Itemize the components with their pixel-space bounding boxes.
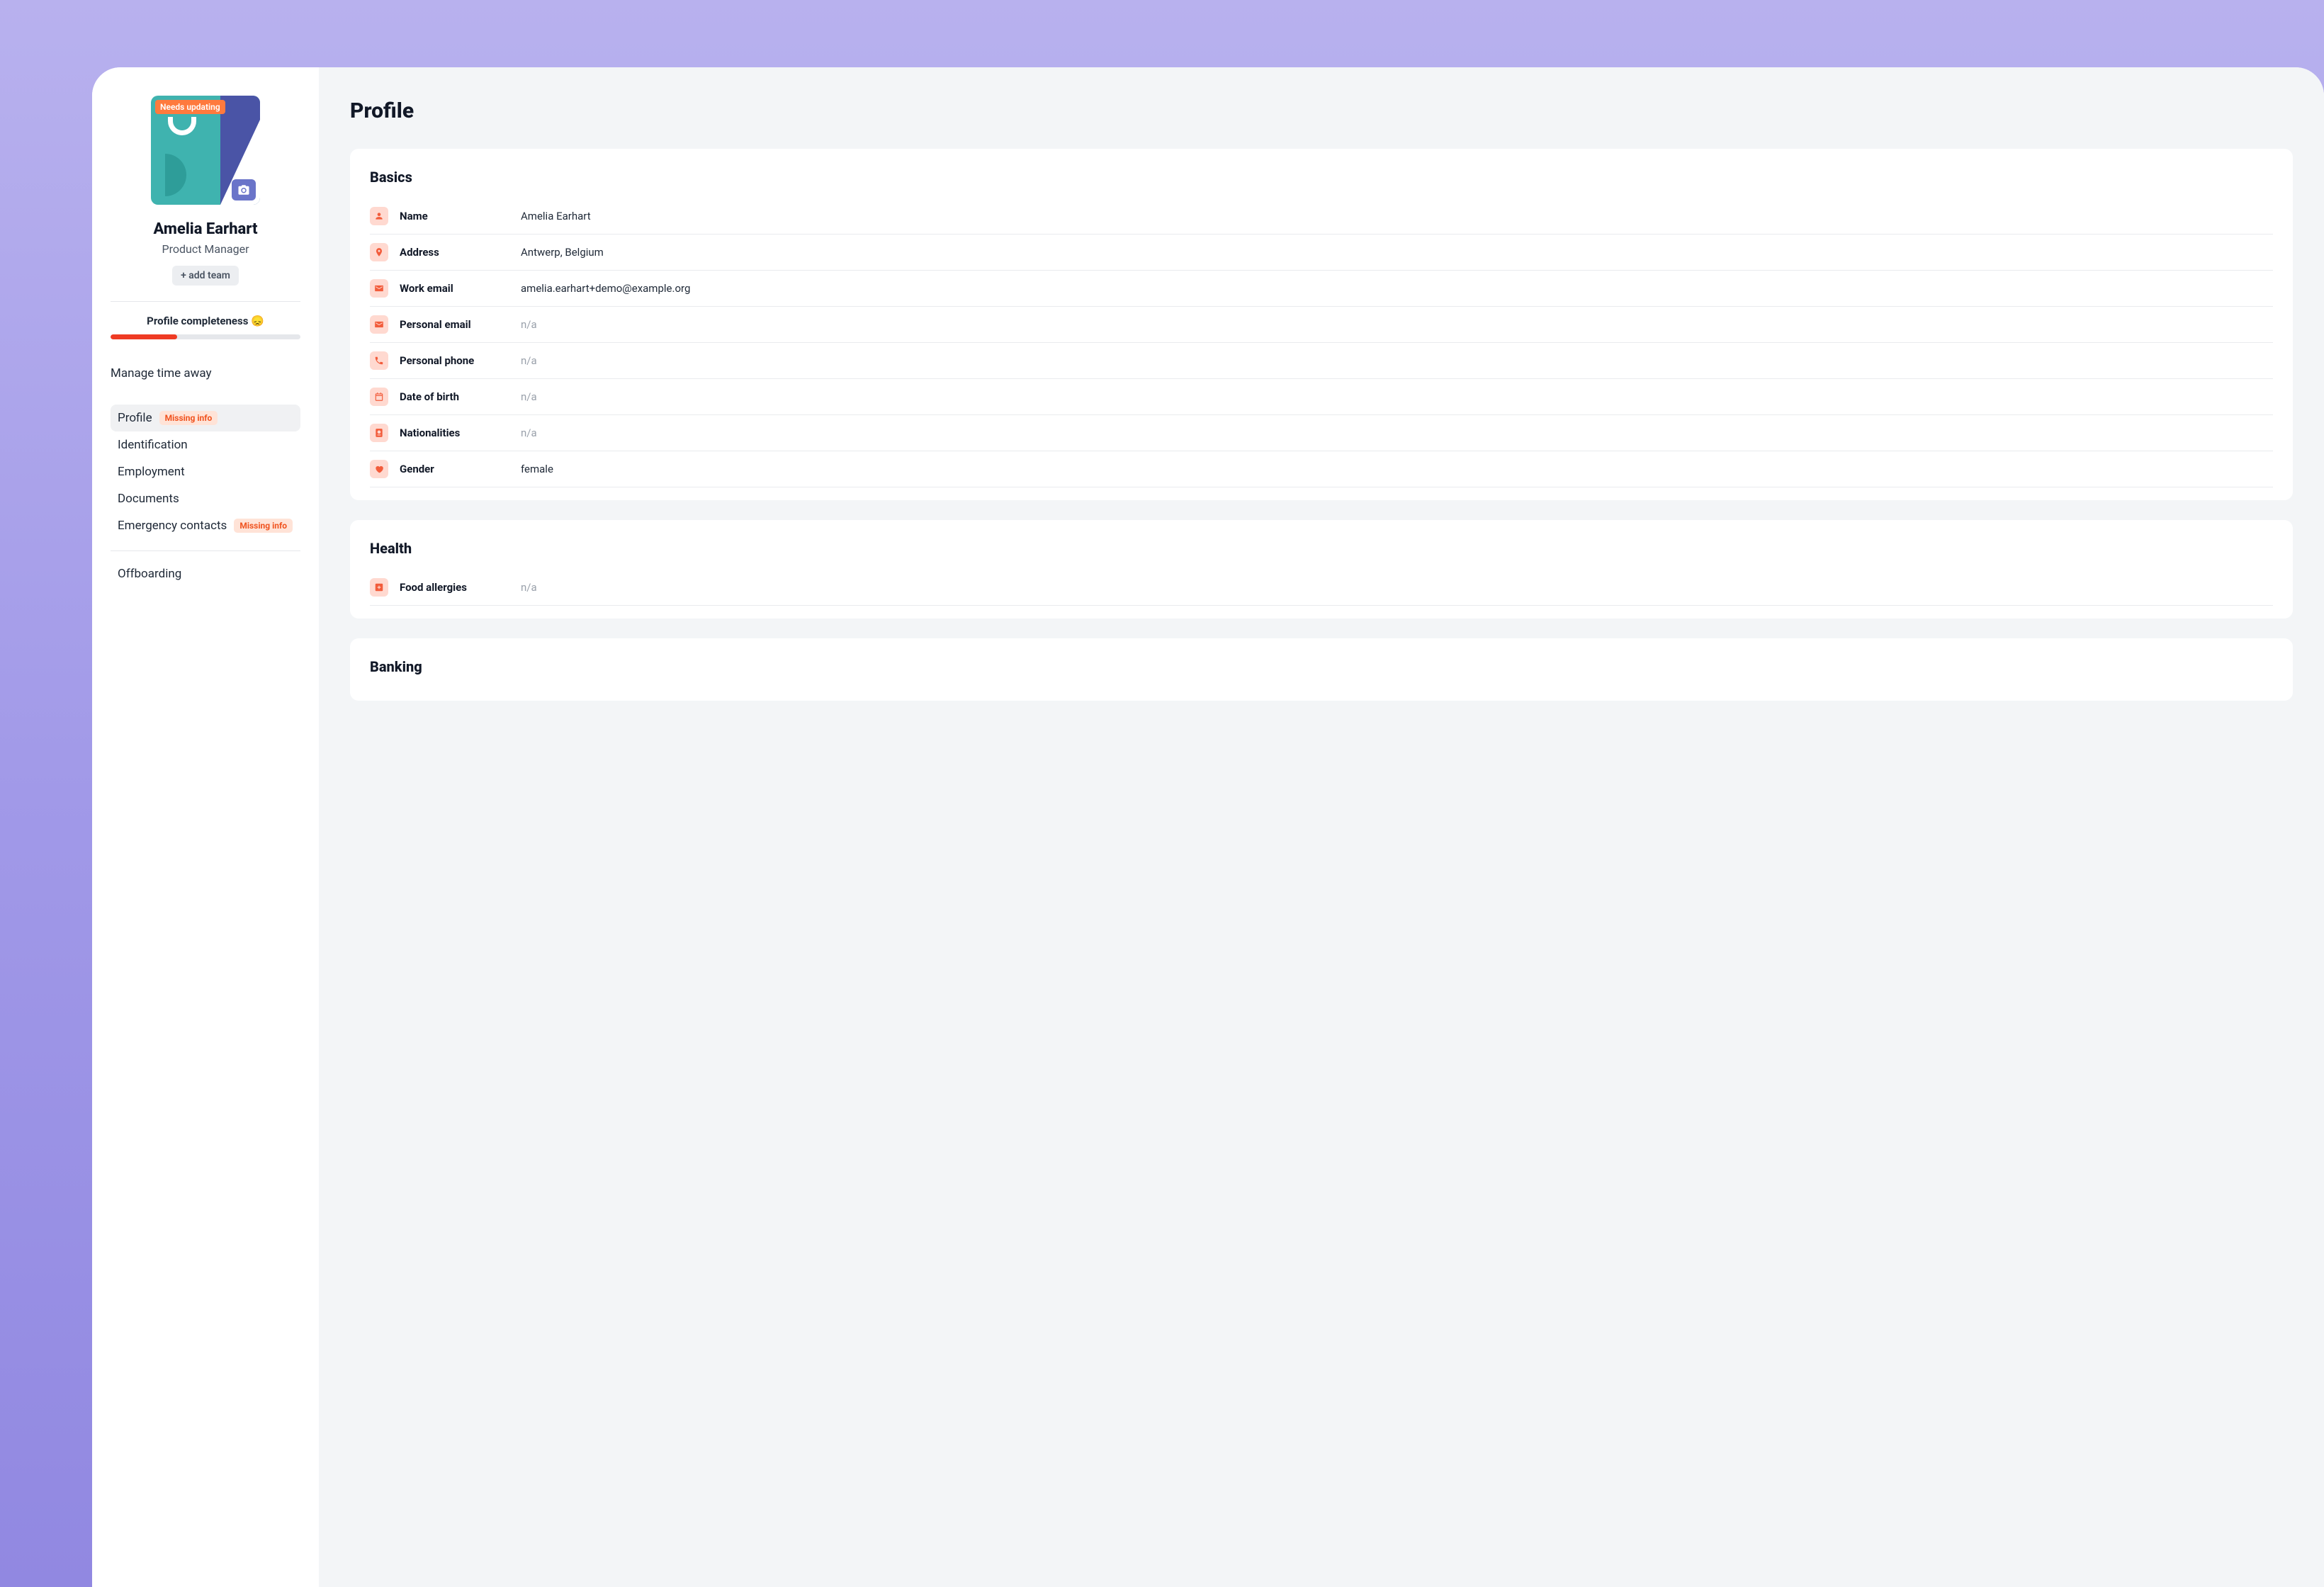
mail-icon bbox=[370, 279, 388, 298]
row-work-email-value: amelia.earhart+demo@example.org bbox=[521, 282, 690, 295]
row-gender-label: Gender bbox=[400, 463, 509, 475]
row-work-email[interactable]: Work email amelia.earhart+demo@example.o… bbox=[370, 271, 2273, 307]
nav-manage-time-away[interactable]: Manage time away bbox=[111, 362, 300, 385]
divider bbox=[111, 301, 300, 302]
nav-employment[interactable]: Employment bbox=[111, 458, 300, 485]
medical-icon bbox=[370, 578, 388, 597]
row-personal-phone-value: n/a bbox=[521, 354, 537, 367]
profile-completeness-bar bbox=[111, 334, 300, 339]
row-food-allergies-value: n/a bbox=[521, 581, 537, 594]
nav-emergency-contacts[interactable]: Emergency contacts Missing info bbox=[111, 512, 300, 539]
nav-offboarding-label: Offboarding bbox=[118, 567, 181, 581]
camera-icon bbox=[237, 183, 250, 196]
section-health-heading: Health bbox=[370, 540, 2273, 557]
nav-profile[interactable]: Profile Missing info bbox=[111, 405, 300, 431]
row-name-label: Name bbox=[400, 210, 509, 222]
row-dob-label: Date of birth bbox=[400, 390, 509, 403]
nav-identification-label: Identification bbox=[118, 438, 188, 452]
row-name-value: Amelia Earhart bbox=[521, 210, 591, 222]
nav-emergency-contacts-label: Emergency contacts bbox=[118, 519, 227, 533]
row-address-label: Address bbox=[400, 246, 509, 259]
row-gender[interactable]: Gender female bbox=[370, 451, 2273, 487]
phone-icon bbox=[370, 351, 388, 370]
row-personal-phone-label: Personal phone bbox=[400, 354, 509, 367]
nav-offboarding[interactable]: Offboarding bbox=[111, 550, 300, 587]
user-job-title: Product Manager bbox=[111, 242, 300, 256]
avatar-needs-updating-badge: Needs updating bbox=[155, 100, 225, 114]
row-address[interactable]: Address Antwerp, Belgium bbox=[370, 235, 2273, 271]
section-banking: Banking bbox=[350, 638, 2293, 701]
nav-employment-label: Employment bbox=[118, 465, 185, 479]
row-dob[interactable]: Date of birth n/a bbox=[370, 379, 2273, 415]
heart-icon bbox=[370, 460, 388, 478]
nav-identification[interactable]: Identification bbox=[111, 431, 300, 458]
app-window: Needs updating Amelia Earhart Product Ma… bbox=[92, 67, 2324, 1587]
row-nationalities[interactable]: Nationalities n/a bbox=[370, 415, 2273, 451]
section-basics-heading: Basics bbox=[370, 169, 2273, 186]
section-banking-heading: Banking bbox=[370, 658, 2273, 675]
missing-info-badge: Missing info bbox=[234, 519, 293, 533]
profile-completeness-label: Profile completeness 😞 bbox=[111, 315, 300, 327]
row-nationalities-value: n/a bbox=[521, 427, 537, 439]
passport-icon bbox=[370, 424, 388, 442]
row-dob-value: n/a bbox=[521, 390, 537, 403]
nav-documents[interactable]: Documents bbox=[111, 485, 300, 512]
calendar-icon bbox=[370, 388, 388, 406]
main-content: Profile Basics Name Amelia Earhart Addre… bbox=[319, 67, 2324, 1587]
row-work-email-label: Work email bbox=[400, 282, 509, 295]
nav-documents-label: Documents bbox=[118, 492, 179, 506]
row-personal-phone[interactable]: Personal phone n/a bbox=[370, 343, 2273, 379]
section-health: Health Food allergies n/a bbox=[350, 520, 2293, 619]
row-food-allergies-label: Food allergies bbox=[400, 581, 509, 594]
nav-profile-label: Profile bbox=[118, 411, 152, 425]
avatar: Needs updating bbox=[151, 96, 260, 205]
page-title: Profile bbox=[350, 98, 2293, 123]
row-personal-email-value: n/a bbox=[521, 318, 537, 331]
mail-icon bbox=[370, 315, 388, 334]
section-basics: Basics Name Amelia Earhart Address Antwe… bbox=[350, 149, 2293, 500]
row-personal-email[interactable]: Personal email n/a bbox=[370, 307, 2273, 343]
profile-completeness-fill bbox=[111, 334, 177, 339]
sidebar: Needs updating Amelia Earhart Product Ma… bbox=[92, 67, 319, 1587]
change-photo-button[interactable] bbox=[232, 179, 256, 201]
person-icon bbox=[370, 207, 388, 225]
row-food-allergies[interactable]: Food allergies n/a bbox=[370, 570, 2273, 606]
row-personal-email-label: Personal email bbox=[400, 318, 509, 331]
sidebar-nav: Profile Missing info Identification Empl… bbox=[111, 405, 300, 587]
row-gender-value: female bbox=[521, 463, 553, 475]
add-team-button[interactable]: + add team bbox=[172, 266, 239, 286]
missing-info-badge: Missing info bbox=[159, 411, 218, 425]
row-address-value: Antwerp, Belgium bbox=[521, 246, 604, 259]
row-name[interactable]: Name Amelia Earhart bbox=[370, 198, 2273, 235]
map-pin-icon bbox=[370, 243, 388, 261]
user-name: Amelia Earhart bbox=[111, 220, 300, 238]
row-nationalities-label: Nationalities bbox=[400, 427, 509, 439]
